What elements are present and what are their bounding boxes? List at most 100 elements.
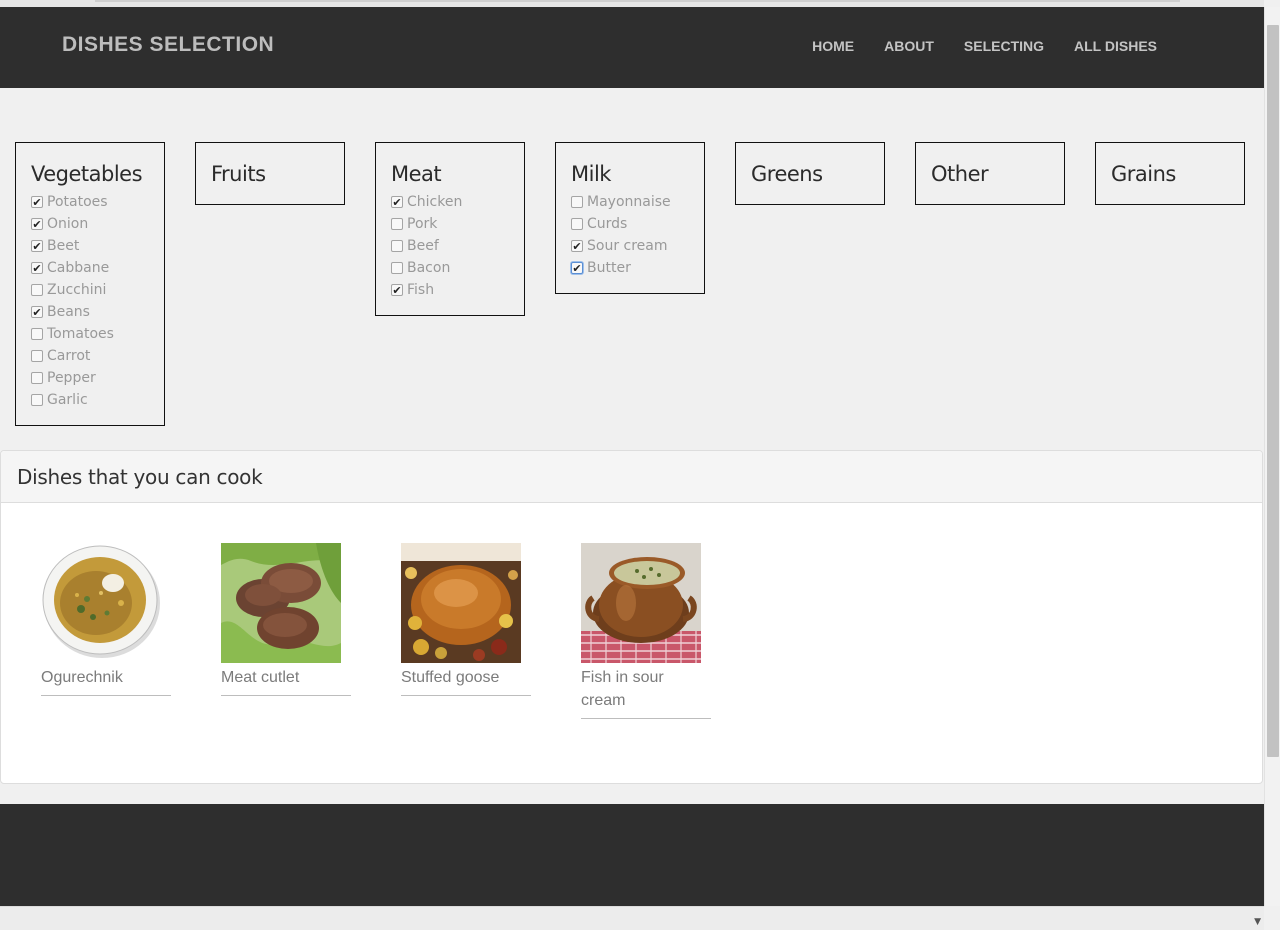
ingredient-item[interactable]: ✔ Potatoes [31, 191, 164, 213]
nav-link-all-dishes[interactable]: ALL DISHES [1074, 38, 1157, 54]
ingredient-item[interactable]: Carrot [31, 345, 164, 367]
ingredient-label[interactable]: Sour cream [587, 238, 668, 254]
category-box-other: Other [915, 142, 1065, 205]
checkbox-checked[interactable]: ✔ [31, 196, 43, 208]
checkbox-checked[interactable]: ✔ [391, 196, 403, 208]
dish-image-cutlets[interactable] [221, 543, 341, 663]
category-box-grains: Grains [1095, 142, 1245, 205]
category-box-vegetables: Vegetables ✔ Potatoes ✔ Onion ✔ Beet ✔ Cabbane Zu… [15, 142, 165, 426]
category-box-greens: Greens [735, 142, 885, 205]
ingredient-item[interactable]: ✔ Cabbane [31, 257, 164, 279]
dish-card-meat-cutlet[interactable]: Meat cutlet [221, 543, 351, 696]
checkbox-unchecked[interactable] [391, 262, 403, 274]
checkbox-unchecked[interactable] [31, 328, 43, 340]
ingredient-label[interactable]: Butter [587, 260, 631, 276]
category-box-meat: Meat ✔ Chicken Pork Beef Bacon ✔ Fish [375, 142, 525, 316]
ingredient-item[interactable]: ✔ Beans [31, 301, 164, 323]
checkbox-unchecked[interactable] [31, 350, 43, 362]
ingredient-label[interactable]: Potatoes [47, 194, 108, 210]
ingredient-label[interactable]: Garlic [47, 392, 88, 408]
checkbox-checked[interactable]: ✔ [571, 240, 583, 252]
ingredient-item[interactable]: Mayonnaise [571, 191, 704, 213]
checkbox-unchecked[interactable] [31, 394, 43, 406]
checkbox-unchecked[interactable] [391, 240, 403, 252]
nav-link-home[interactable]: HOME [812, 38, 854, 54]
ingredient-label[interactable]: Carrot [47, 348, 90, 364]
ingredient-list: ✔ Chicken Pork Beef Bacon ✔ Fish [391, 191, 524, 301]
scrollbar-thumb[interactable] [1267, 25, 1279, 757]
ingredient-label[interactable]: Chicken [407, 194, 462, 210]
dish-image-goose[interactable] [401, 543, 521, 663]
checkbox-unchecked[interactable] [31, 372, 43, 384]
category-title: Grains [1111, 162, 1176, 186]
brand-title[interactable]: DISHES SELECTION [62, 33, 274, 57]
checkbox-checked[interactable]: ✔ [31, 262, 43, 274]
category-box-milk: Milk Mayonnaise Curds ✔ Sour cream ✔ Butter [555, 142, 705, 294]
category-title: Vegetables [31, 162, 143, 186]
ingredient-item[interactable]: Bacon [391, 257, 524, 279]
dish-name[interactable]: Meat cutlet [221, 666, 331, 689]
ingredient-item[interactable]: ✔ Butter [571, 257, 704, 279]
ingredient-label[interactable]: Curds [587, 216, 627, 232]
category-title: Greens [751, 162, 823, 186]
dish-image-soup[interactable] [41, 543, 161, 663]
ingredient-list: Mayonnaise Curds ✔ Sour cream ✔ Butter [571, 191, 704, 279]
ingredient-item[interactable]: Pork [391, 213, 524, 235]
ingredient-item[interactable]: Zucchini [31, 279, 164, 301]
ingredient-item[interactable]: Pepper [31, 367, 164, 389]
ingredient-label[interactable]: Fish [407, 282, 434, 298]
dish-divider [401, 695, 531, 696]
ingredient-label[interactable]: Tomatoes [47, 326, 114, 342]
checkbox-checked[interactable]: ✔ [391, 284, 403, 296]
ingredient-label[interactable]: Onion [47, 216, 88, 232]
ingredient-item[interactable]: Tomatoes [31, 323, 164, 345]
browser-bottom-strip: ▼ [0, 906, 1264, 930]
footer [0, 804, 1264, 906]
ingredient-item[interactable]: ✔ Beet [31, 235, 164, 257]
checkbox-checked[interactable]: ✔ [571, 262, 583, 274]
ingredient-item[interactable]: ✔ Chicken [391, 191, 524, 213]
scroll-down-arrow-icon[interactable]: ▼ [1254, 917, 1261, 927]
ingredient-item[interactable]: Curds [571, 213, 704, 235]
dish-divider [221, 695, 351, 696]
dish-name[interactable]: Stuffed goose [401, 666, 511, 689]
ingredient-item[interactable]: ✔ Sour cream [571, 235, 704, 257]
dish-divider [581, 718, 711, 719]
nav-link-selecting[interactable]: SELECTING [964, 38, 1044, 54]
checkbox-checked[interactable]: ✔ [31, 306, 43, 318]
vertical-scrollbar[interactable] [1264, 7, 1280, 906]
dish-card-stuffed-goose[interactable]: Stuffed goose [401, 543, 531, 696]
dish-name[interactable]: Fish in sour cream [581, 666, 691, 712]
checkbox-unchecked[interactable] [31, 284, 43, 296]
ingredient-label[interactable]: Pork [407, 216, 437, 232]
nav-links: HOME ABOUT SELECTING ALL DISHES [812, 38, 1157, 54]
category-title: Other [931, 162, 989, 186]
dish-card-fish-in-sour-cream[interactable]: Fish in sour cream [581, 543, 711, 719]
ingredient-label[interactable]: Zucchini [47, 282, 106, 298]
nav-link-about[interactable]: ABOUT [884, 38, 934, 54]
ingredient-label[interactable]: Cabbane [47, 260, 109, 276]
ingredient-label[interactable]: Beans [47, 304, 90, 320]
category-title: Meat [391, 162, 442, 186]
checkbox-unchecked[interactable] [571, 196, 583, 208]
dishes-panel: Dishes that you can cook Ogurechnik Meat… [0, 450, 1263, 784]
checkbox-unchecked[interactable] [571, 218, 583, 230]
ingredient-item[interactable]: Beef [391, 235, 524, 257]
ingredient-item[interactable]: ✔ Fish [391, 279, 524, 301]
browser-top-strip [0, 0, 1264, 7]
ingredient-label[interactable]: Beef [407, 238, 439, 254]
dish-image-clay-pot[interactable] [581, 543, 701, 663]
ingredient-label[interactable]: Mayonnaise [587, 194, 671, 210]
checkbox-checked[interactable]: ✔ [31, 240, 43, 252]
category-title: Milk [571, 162, 611, 186]
ingredient-item[interactable]: ✔ Onion [31, 213, 164, 235]
ingredient-label[interactable]: Pepper [47, 370, 96, 386]
ingredient-label[interactable]: Beet [47, 238, 79, 254]
checkbox-checked[interactable]: ✔ [31, 218, 43, 230]
dish-card-ogurechnik[interactable]: Ogurechnik [41, 543, 171, 696]
ingredient-item[interactable]: Garlic [31, 389, 164, 411]
ingredient-label[interactable]: Bacon [407, 260, 450, 276]
checkbox-unchecked[interactable] [391, 218, 403, 230]
dishes-panel-title: Dishes that you can cook [1, 451, 1262, 503]
dish-name[interactable]: Ogurechnik [41, 666, 151, 689]
